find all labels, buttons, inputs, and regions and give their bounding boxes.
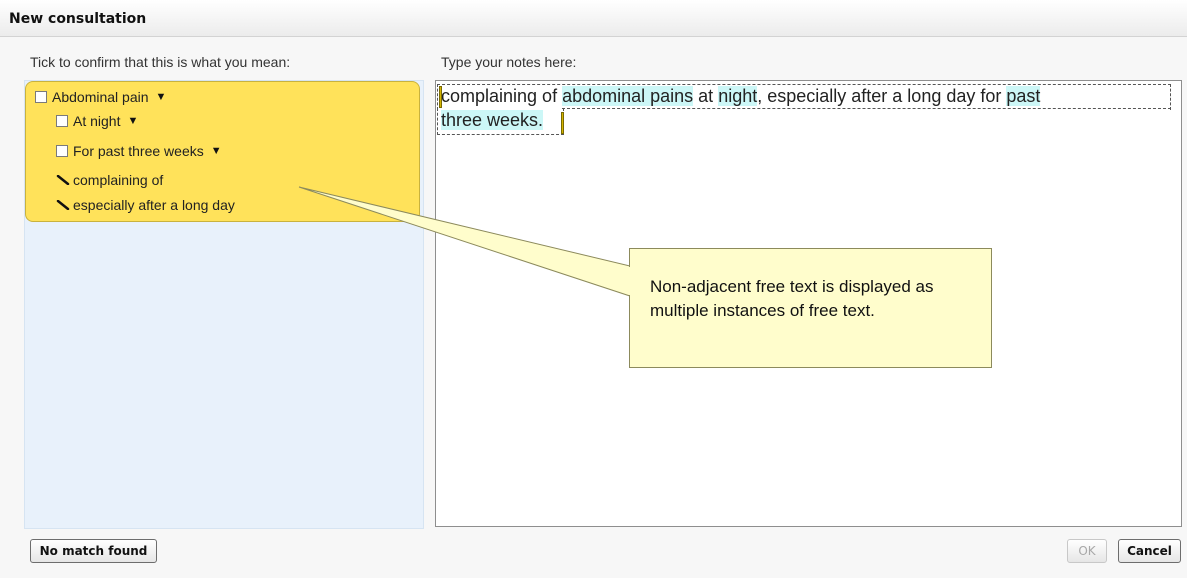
callout-pointer-joint xyxy=(629,267,631,295)
ok-button[interactable]: OK xyxy=(1067,539,1107,563)
cancel-button[interactable]: Cancel xyxy=(1118,539,1181,563)
new-consultation-dialog: New consultation Tick to confirm that th… xyxy=(0,0,1187,578)
no-match-found-button[interactable]: No match found xyxy=(30,539,157,563)
callout-text: Non-adjacent free text is displayed as m… xyxy=(650,277,934,320)
